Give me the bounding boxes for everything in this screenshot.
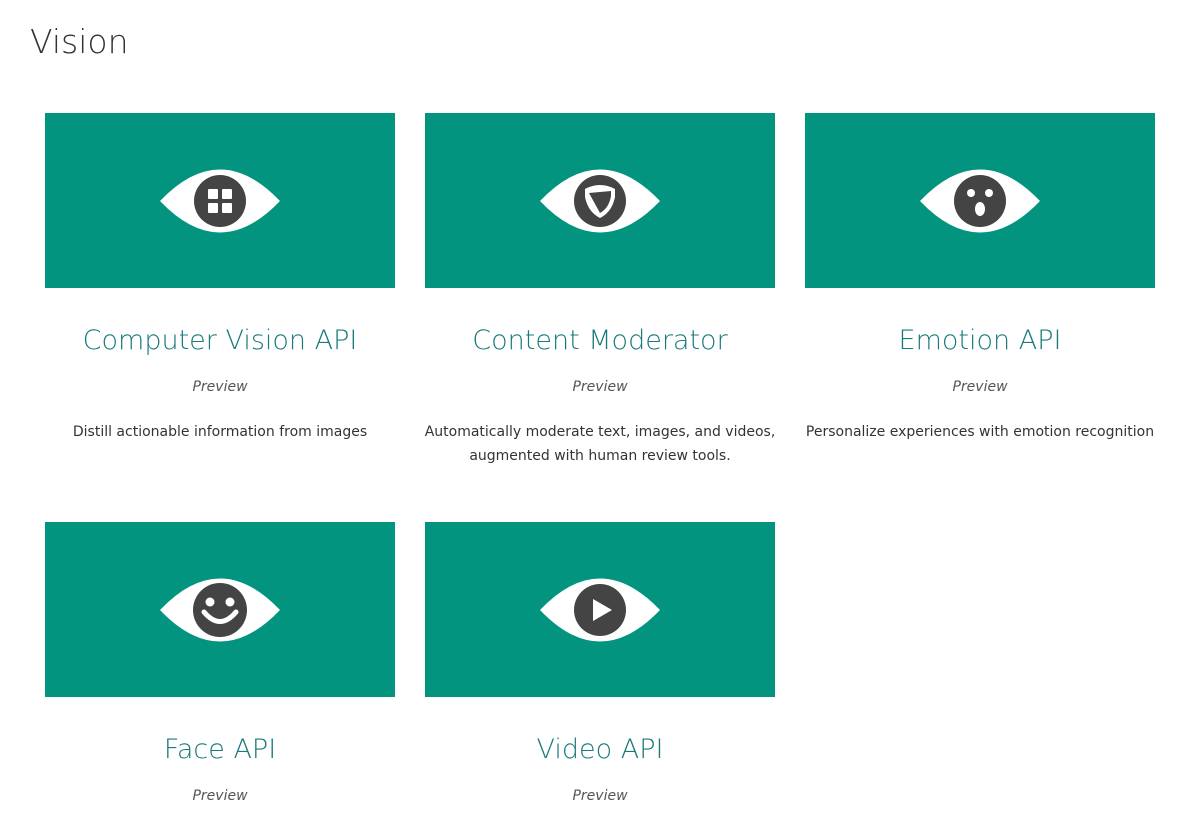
card-description: Automatically moderate text, images, and… — [424, 424, 776, 464]
card-status: Preview — [192, 379, 248, 395]
card-tile[interactable] — [45, 113, 395, 288]
card-status: Preview — [952, 379, 1008, 395]
card-content-moderator[interactable]: Content Moderator Preview Automatically … — [425, 113, 775, 468]
card-face-api[interactable]: Face API Preview — [45, 522, 395, 805]
card-status: Preview — [572, 379, 628, 395]
eye-smiley-face-icon — [160, 578, 280, 641]
card-title[interactable]: Content Moderator — [425, 324, 775, 358]
card-tile[interactable] — [425, 522, 775, 697]
card-title[interactable]: Computer Vision API — [45, 324, 395, 358]
card-description: Distill actionable information from imag… — [72, 424, 368, 440]
eye-surprised-face-icon — [920, 169, 1040, 232]
card-status: Preview — [192, 788, 248, 804]
card-tile[interactable] — [805, 113, 1155, 288]
eye-grid-icon — [160, 169, 280, 232]
card-title[interactable]: Video API — [425, 733, 775, 767]
card-status: Preview — [572, 788, 628, 804]
eye-play-icon — [540, 578, 660, 641]
card-emotion-api[interactable]: Emotion API Preview Personalize experien… — [805, 113, 1155, 444]
card-tile[interactable] — [425, 113, 775, 288]
card-video-api[interactable]: Video API Preview — [425, 522, 775, 805]
card-description: Personalize experiences with emotion rec… — [805, 424, 1155, 440]
page-title: Vision — [30, 22, 129, 61]
card-tile[interactable] — [45, 522, 395, 697]
eye-shield-icon — [540, 169, 660, 232]
card-computer-vision-api[interactable]: Computer Vision API Preview Distill acti… — [45, 113, 395, 444]
card-title[interactable]: Face API — [45, 733, 395, 767]
card-title[interactable]: Emotion API — [805, 324, 1155, 358]
